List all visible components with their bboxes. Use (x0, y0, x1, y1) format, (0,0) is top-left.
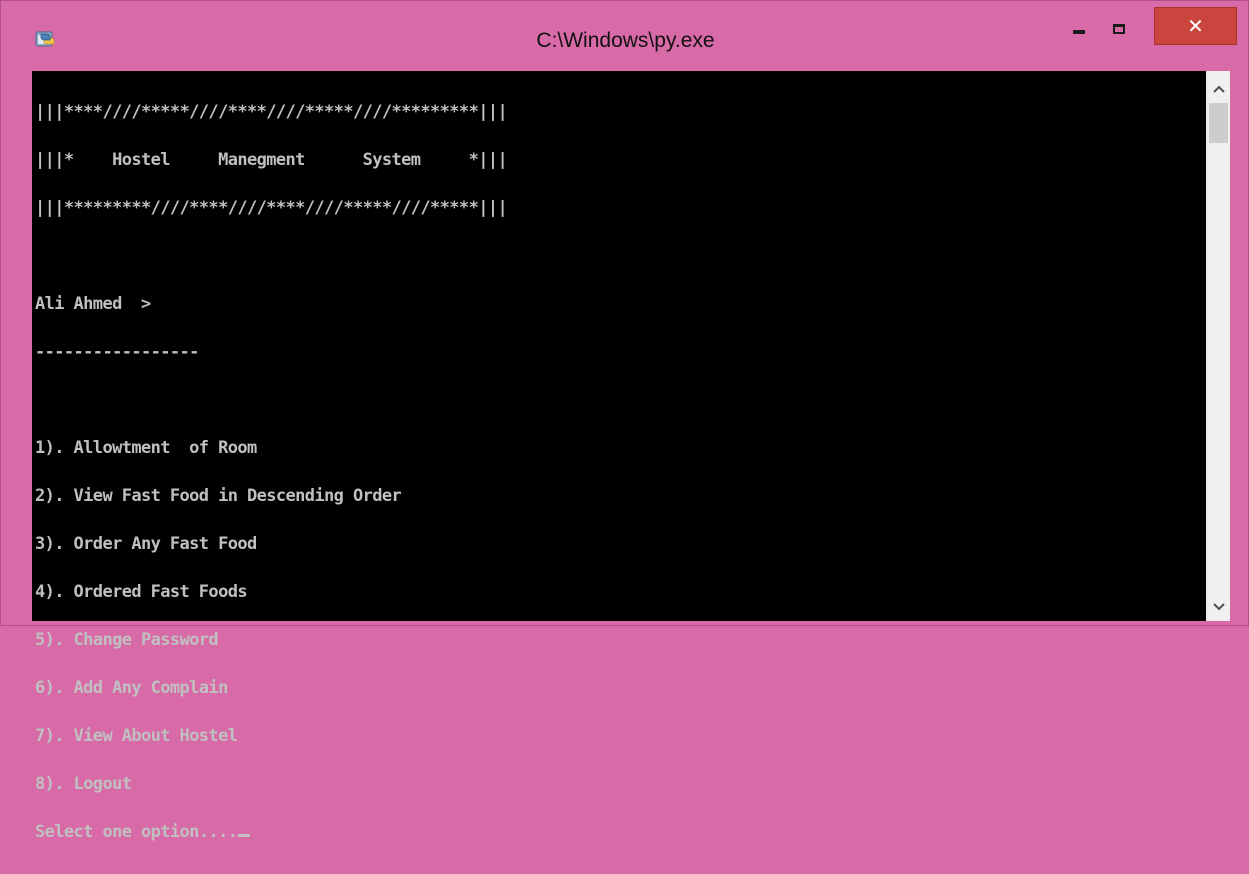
input-prompt: Select one option.... (35, 822, 238, 842)
chevron-down-icon (1212, 603, 1225, 611)
menu-option: 6). Add Any Complain (35, 678, 228, 698)
scroll-thumb[interactable] (1209, 103, 1228, 143)
console-line: |||* Hostel Manegment System *||| (35, 150, 508, 170)
chevron-up-icon (1212, 85, 1225, 93)
console-line: |||****////*****////****////*****////***… (35, 102, 508, 122)
minimize-button[interactable] (1061, 9, 1097, 49)
menu-option: 5). Change Password (35, 630, 219, 650)
console-line: Ali Ahmed > (35, 294, 151, 314)
close-button[interactable]: ✕ (1154, 7, 1237, 45)
console-line: ----------------- (35, 342, 199, 362)
menu-option: 3). Order Any Fast Food (35, 534, 257, 554)
console-line: |||*********////****////****////*****///… (35, 198, 508, 218)
minimize-icon (1073, 30, 1085, 34)
console-text: |||****////*****////****////*****////***… (35, 72, 508, 872)
text-cursor (238, 834, 251, 837)
menu-option: 1). Allowtment of Room (35, 438, 257, 458)
menu-option: 7). View About Hostel (35, 726, 238, 746)
console-window: C:\Windows\py.exe ✕ |||****////*****////… (0, 0, 1249, 841)
scroll-down-button[interactable] (1207, 595, 1230, 619)
menu-option: 2). View Fast Food in Descending Order (35, 486, 402, 506)
maximize-icon (1113, 24, 1125, 34)
input-prompt-line[interactable]: Select one option.... (35, 822, 507, 842)
close-icon: ✕ (1187, 14, 1204, 38)
menu-option: 4). Ordered Fast Foods (35, 582, 248, 602)
scroll-up-button[interactable] (1207, 77, 1230, 101)
menu-option: 8). Logout (35, 774, 132, 794)
console-output[interactable]: |||****////*****////****////*****////***… (32, 71, 1206, 841)
title-bar[interactable]: C:\Windows\py.exe ✕ (1, 1, 1249, 71)
vertical-scrollbar[interactable] (1206, 71, 1230, 621)
maximize-button[interactable] (1097, 9, 1141, 49)
